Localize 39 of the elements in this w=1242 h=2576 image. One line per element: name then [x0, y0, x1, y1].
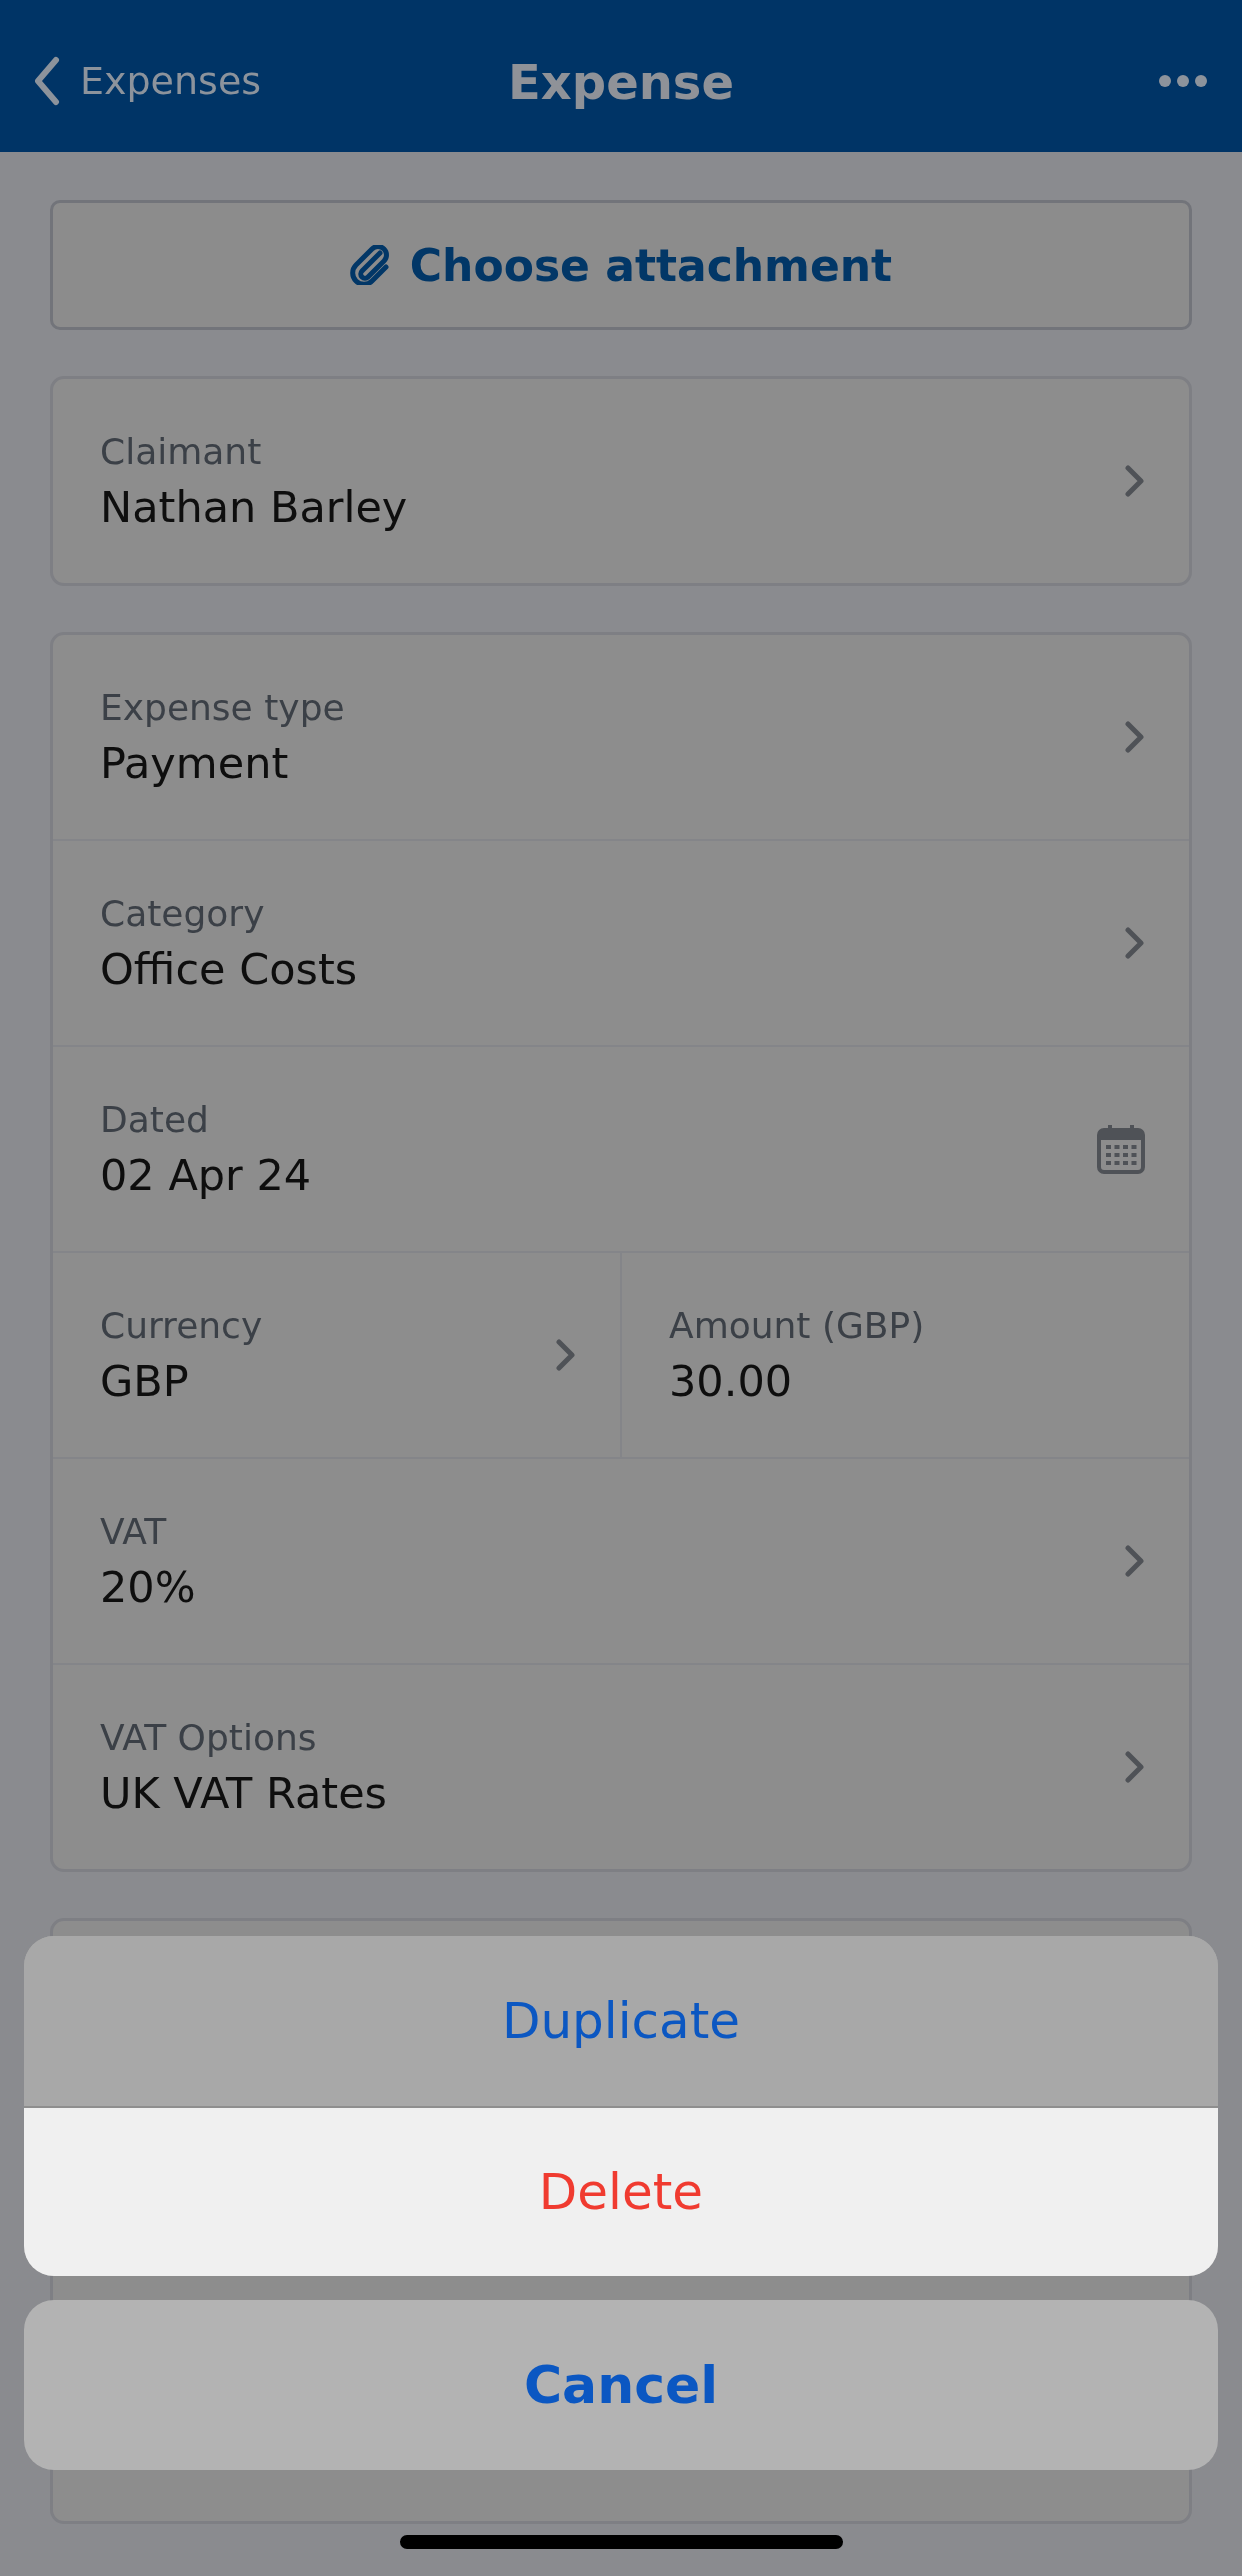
select-field[interactable]: VAT 20% [53, 1459, 1189, 1663]
field-label: Dated [100, 1098, 210, 1140]
back-button[interactable]: Expenses [24, 56, 272, 106]
amount-field[interactable]: Amount (GBP) 30.00 [620, 1253, 1189, 1457]
field-label: Currency [100, 1304, 264, 1346]
calendar-icon [1097, 1124, 1145, 1174]
select-field[interactable]: Currency GBP [53, 1253, 620, 1457]
chevron-right-icon [556, 1339, 576, 1371]
field-label: VAT [100, 1510, 168, 1552]
field-value: GBP [100, 1355, 190, 1406]
field-value: Payment [100, 737, 290, 788]
field-value: Office Costs [100, 943, 359, 994]
chevron-right-icon [1125, 1545, 1145, 1577]
field-value: Nathan Barley [100, 481, 409, 532]
field-value: 20% [100, 1561, 197, 1612]
action-button[interactable]: Delete [24, 2106, 1218, 2276]
field-label: Category [100, 892, 266, 934]
more-icon [1158, 74, 1208, 88]
cancel-button[interactable]: Cancel [24, 2300, 1218, 2470]
field-label: Claimant [100, 430, 263, 472]
chevron-right-icon [1125, 927, 1145, 959]
chevron-right-icon [1125, 465, 1145, 497]
chevron-right-icon [1125, 1751, 1145, 1783]
field-label: Expense type [100, 686, 346, 728]
chevron-right-icon [1125, 721, 1145, 753]
field-label: Amount (GBP) [669, 1304, 926, 1346]
choose-attachment-button[interactable]: Choose attachment [50, 200, 1192, 330]
field-label: VAT Options [100, 1716, 318, 1758]
select-field[interactable]: VAT Options UK VAT Rates [53, 1665, 1189, 1869]
select-field[interactable]: Expense type Payment [53, 635, 1189, 839]
screen-title: Expense [508, 53, 734, 110]
field-value: 02 Apr 24 [100, 1149, 313, 1200]
select-field[interactable]: Category Office Costs [53, 841, 1189, 1045]
field-value: 30.00 [669, 1355, 794, 1406]
back-chevron-icon [34, 56, 60, 106]
paperclip-icon [349, 245, 390, 285]
select-field[interactable]: Claimant Nathan Barley [53, 379, 1189, 583]
field-value: UK VAT Rates [100, 1767, 389, 1818]
date-field[interactable]: Dated 02 Apr 24 [53, 1047, 1189, 1251]
